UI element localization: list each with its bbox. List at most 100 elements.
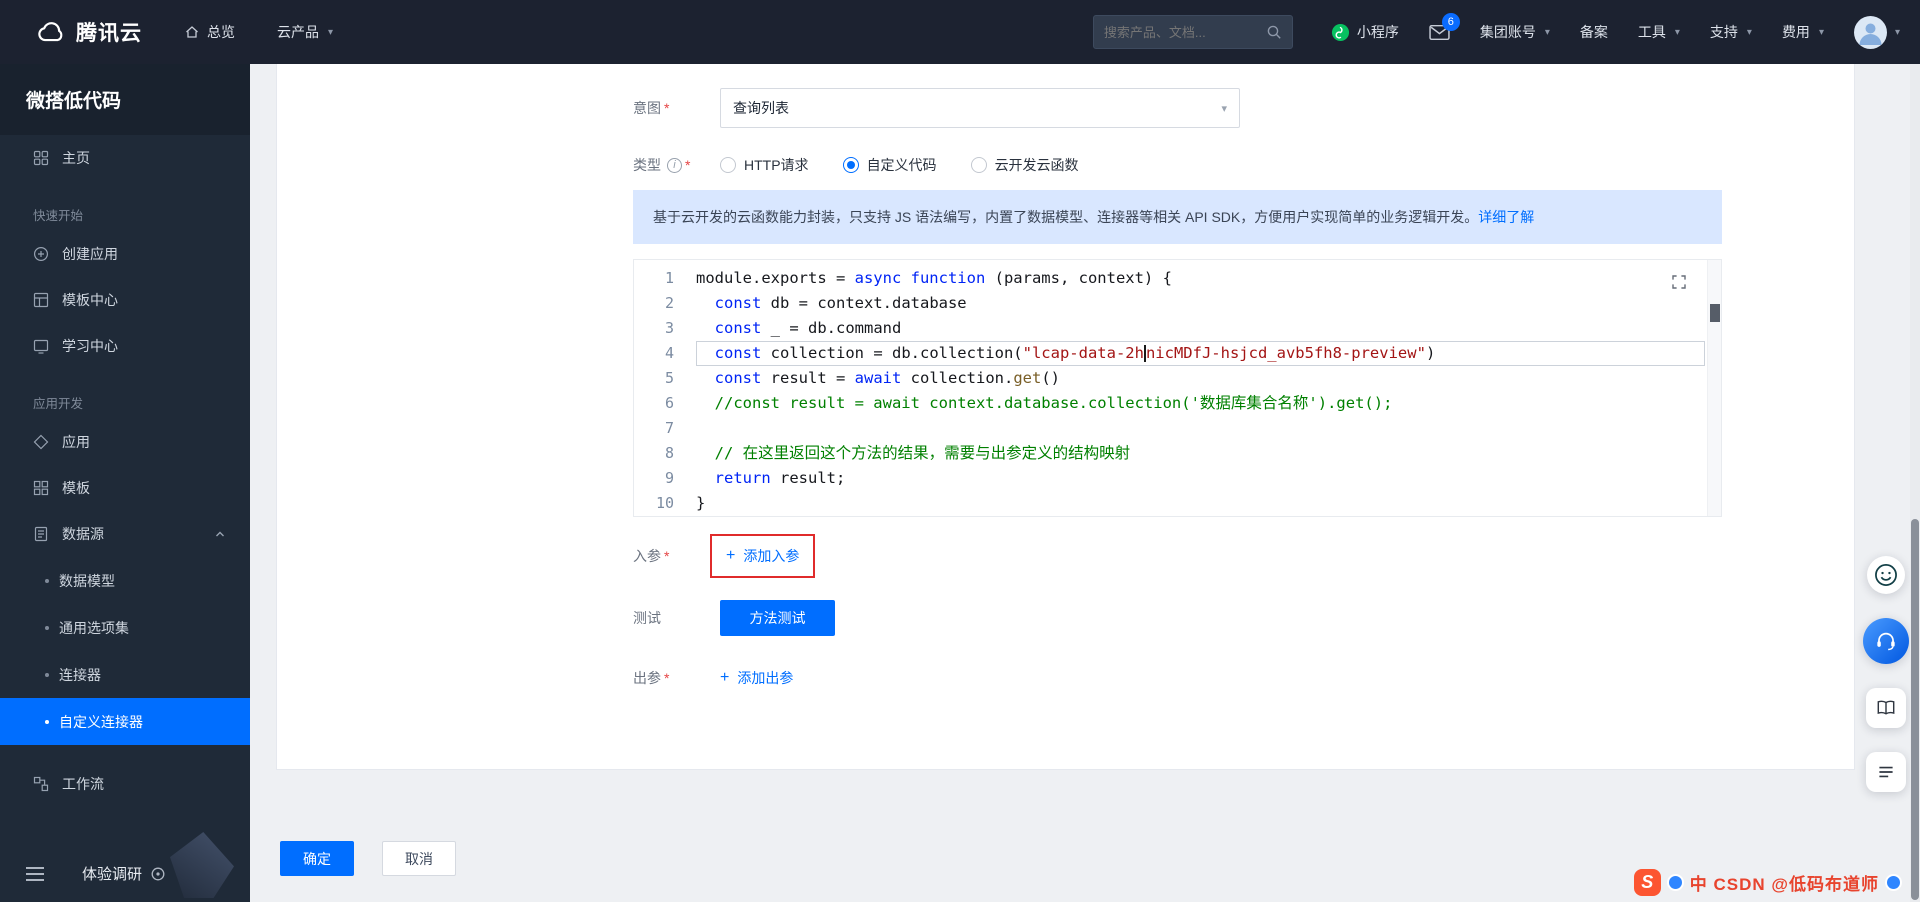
test-row: 测试 方法测试: [633, 600, 1854, 636]
code-line[interactable]: 5 const result = await collection.get(): [634, 366, 1721, 391]
banner-text: 基于云开发的云函数能力封装，只支持 JS 语法编写，内置了数据模型、连接器等相关…: [653, 209, 1479, 225]
page-scrollbar-thumb[interactable]: [1911, 519, 1919, 900]
sidebar-item-template[interactable]: 模板: [0, 465, 250, 511]
code-line[interactable]: 10}: [634, 491, 1721, 516]
target-icon: [150, 866, 166, 882]
code-line[interactable]: 2 const db = context.database: [634, 291, 1721, 316]
logo-text: 腾讯云: [76, 22, 142, 45]
sidebar-item-label: 自定义连接器: [59, 713, 143, 730]
sidebar-item-create-app[interactable]: 创建应用: [0, 231, 250, 277]
sidebar-item-label: 数据模型: [59, 572, 115, 589]
mini-program-icon: [1331, 23, 1350, 42]
sidebar-item-application[interactable]: 应用: [0, 419, 250, 465]
home-icon: [184, 24, 200, 40]
tencent-cloud-logo[interactable]: 腾讯云: [36, 17, 142, 47]
radio-http-request[interactable]: HTTP请求: [720, 155, 809, 175]
code-line[interactable]: 1 module.exports = async function (params…: [634, 266, 1721, 291]
bullet-icon: [45, 672, 49, 677]
avatar: [1853, 15, 1887, 49]
survey-label: 体验调研: [82, 866, 143, 883]
add-input-param-link[interactable]: + 添加入参: [726, 546, 799, 566]
radio-custom-code[interactable]: 自定义代码: [842, 155, 937, 175]
code-line[interactable]: 6 //const result = await context.databas…: [634, 391, 1721, 416]
add-output-param-link[interactable]: + 添加出参: [720, 668, 793, 688]
nav-overview[interactable]: 总览: [184, 22, 235, 42]
screen-icon: [33, 338, 49, 354]
sidebar-item-data-model[interactable]: 数据模型: [0, 557, 250, 604]
watermark: S 中 CSDN @低码布道师: [1633, 869, 1902, 896]
test-label-text: 测试: [633, 610, 661, 626]
sidebar-item-workflow[interactable]: 工作流: [0, 761, 250, 807]
code-line[interactable]: 3 const _ = db.command: [634, 316, 1721, 341]
nav-tools-label: 工具: [1637, 24, 1666, 40]
code-line[interactable]: 9 return result;: [634, 466, 1721, 491]
nav-cloud-products[interactable]: 云产品 ▾: [277, 22, 333, 42]
nav-tools[interactable]: 工具 ▾: [1638, 22, 1680, 42]
cancel-button[interactable]: 取消: [382, 841, 456, 876]
add-output-param-label: 添加出参: [737, 670, 794, 686]
nav-group-account-label: 集团账号: [1479, 24, 1536, 40]
add-input-param-label: 添加入参: [743, 548, 800, 564]
nav-messages[interactable]: 6: [1429, 12, 1460, 41]
radio-cloud-function[interactable]: 云开发云函数: [970, 155, 1079, 175]
chevron-down-icon: ▾: [1544, 26, 1550, 38]
output-params-label-text: 出参: [633, 670, 661, 686]
sidebar-item-datasource[interactable]: 数据源: [0, 511, 250, 557]
footer-actions: 确定 取消: [280, 841, 456, 876]
sidebar-item-template-center[interactable]: 模板中心: [0, 277, 250, 323]
code-line[interactable]: 4 const collection = db.collection("lcap…: [634, 341, 1721, 366]
sidebar-item-label: 主页: [62, 150, 90, 166]
docs-book-button[interactable]: [1866, 688, 1906, 728]
user-account-menu[interactable]: ▾: [1853, 15, 1900, 49]
sidebar-item-connector[interactable]: 连接器: [0, 651, 250, 698]
navbar-search[interactable]: [1092, 15, 1293, 49]
method-test-button[interactable]: 方法测试: [720, 600, 835, 636]
sidebar-item-label: 数据源: [62, 526, 104, 542]
nav-billing[interactable]: 费用 ▾: [1782, 22, 1824, 42]
search-icon[interactable]: [1266, 24, 1282, 40]
radio-label: 自定义代码: [866, 157, 937, 173]
editor-scrollbar[interactable]: [1707, 260, 1721, 516]
nav-support[interactable]: 支持 ▾: [1710, 22, 1752, 42]
feedback-smiley-button[interactable]: [1867, 556, 1905, 594]
fullscreen-icon[interactable]: [1671, 274, 1687, 290]
radio-label: HTTP请求: [744, 157, 809, 173]
output-params-label: 出参 *: [633, 668, 720, 688]
info-banner: 基于云开发的云函数能力封装，只支持 JS 语法编写，内置了数据模型、连接器等相关…: [633, 190, 1722, 244]
plus-icon: +: [720, 669, 730, 686]
intent-label: 意图 *: [633, 98, 720, 118]
search-input[interactable]: [1103, 24, 1266, 40]
bullet-icon: [45, 578, 49, 583]
code-line[interactable]: 8 // 在这里返回这个方法的结果，需要与出参定义的结构映射: [634, 441, 1721, 466]
section-label: 快速开始: [33, 208, 84, 223]
intent-select[interactable]: 查询列表 ▾: [720, 88, 1240, 128]
sidebar-item-label: 模板: [62, 480, 90, 496]
test-label: 测试: [633, 608, 720, 628]
code-editor[interactable]: 1 module.exports = async function (params…: [633, 259, 1722, 517]
page-scrollbar[interactable]: [1910, 64, 1920, 902]
learn-more-link[interactable]: 详细了解: [1478, 209, 1534, 225]
feedback-list-button[interactable]: [1866, 752, 1906, 792]
chevron-up-icon[interactable]: [214, 528, 226, 540]
nav-record[interactable]: 备案: [1580, 22, 1608, 42]
collapse-menu-icon[interactable]: [26, 866, 44, 881]
sidebar-item-option-set[interactable]: 通用选项集: [0, 604, 250, 651]
sidebar-item-learning-center[interactable]: 学习中心: [0, 323, 250, 369]
nav-group-account[interactable]: 集团账号 ▾: [1480, 22, 1550, 42]
experience-survey-link[interactable]: 体验调研: [82, 863, 166, 884]
code-line[interactable]: 7: [634, 416, 1721, 441]
type-row: 类型 i * HTTP请求 自定义代码 云开发云函数: [633, 152, 1854, 178]
nav-mini-program-label: 小程序: [1356, 24, 1399, 40]
message-count-badge: 6: [1441, 12, 1460, 31]
plus-icon: +: [726, 547, 736, 564]
radio-icon: [970, 157, 987, 173]
sidebar-item-home[interactable]: 主页: [0, 135, 250, 181]
sidebar-section-quickstart: 快速开始: [0, 197, 250, 231]
nav-mini-program[interactable]: 小程序: [1331, 22, 1399, 42]
info-icon[interactable]: i: [667, 157, 682, 173]
customer-service-button[interactable]: [1863, 618, 1909, 664]
sidebar-item-custom-connector[interactable]: 自定义连接器: [0, 698, 250, 745]
intent-selected-value: 查询列表: [733, 100, 789, 116]
editor-scrollbar-thumb[interactable]: [1710, 304, 1720, 322]
confirm-button[interactable]: 确定: [280, 841, 354, 876]
